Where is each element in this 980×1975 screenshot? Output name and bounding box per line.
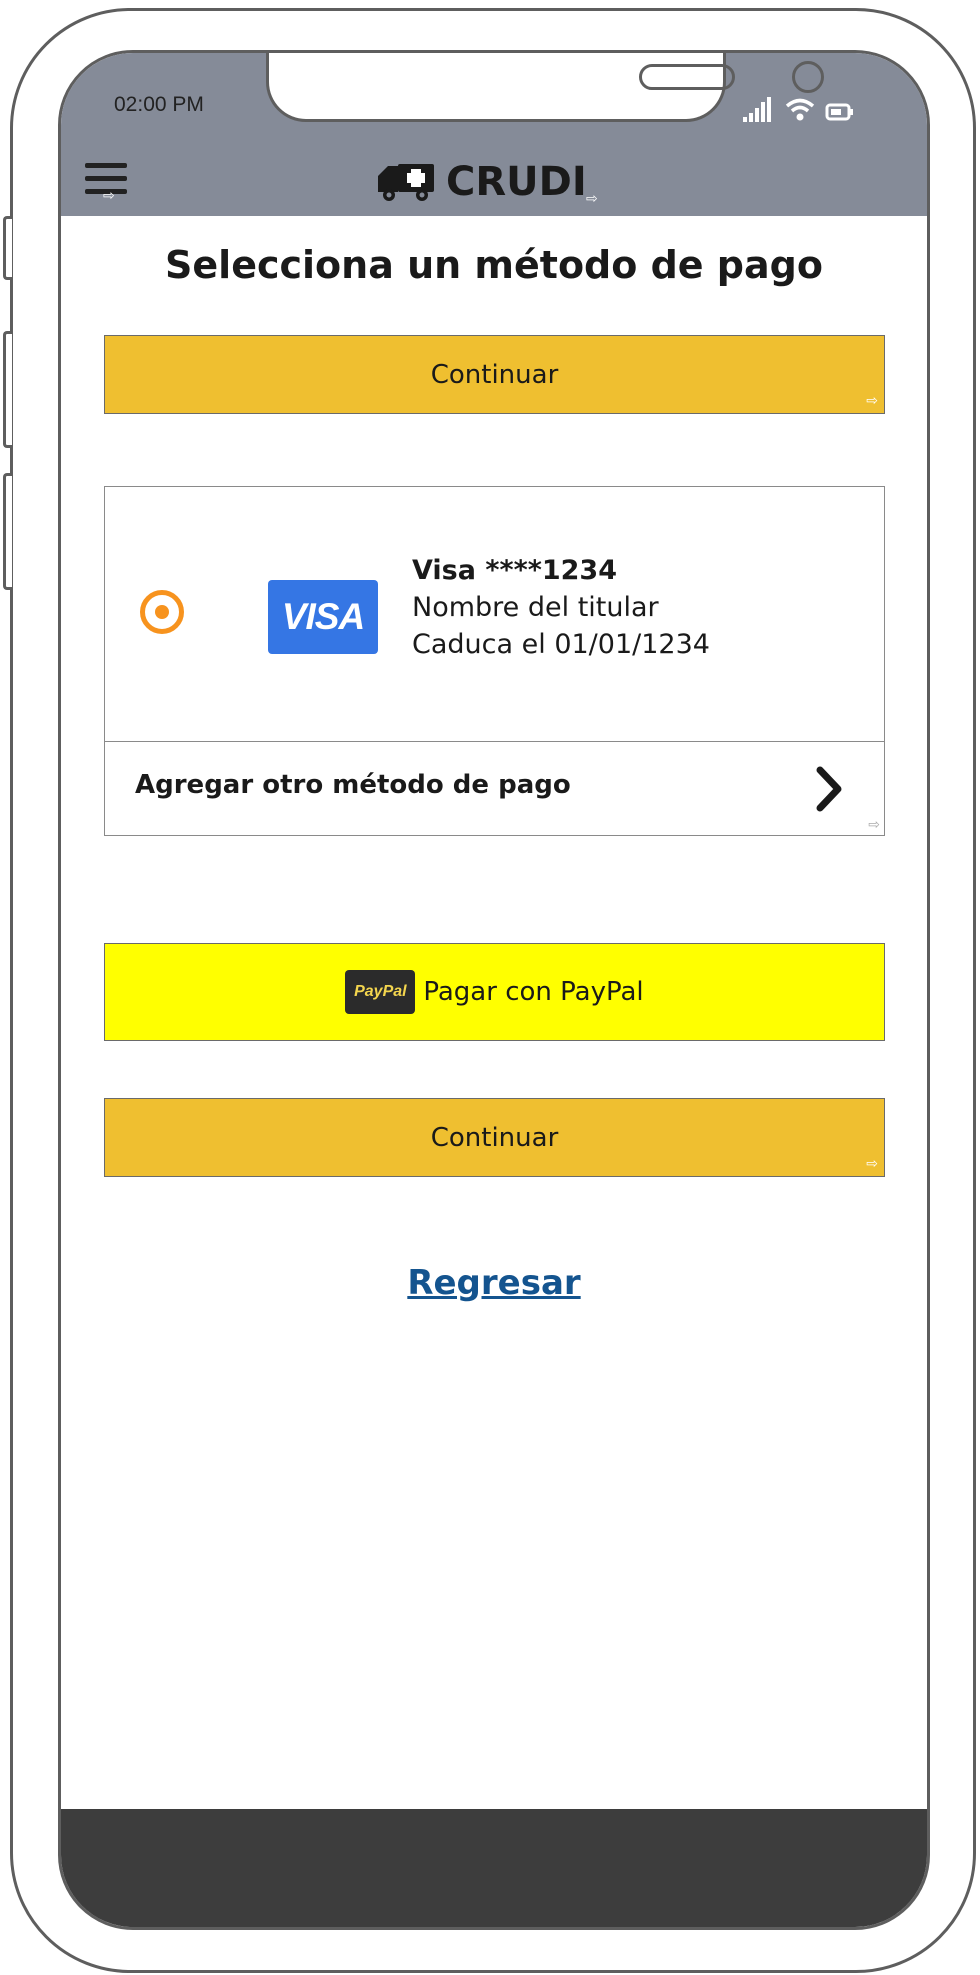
card-expiry: Caduca el 01/01/1234 xyxy=(412,629,710,660)
wifi-icon xyxy=(785,98,815,121)
side-button xyxy=(3,331,12,448)
continue-button-top[interactable]: Continuar ⇨ xyxy=(104,335,885,414)
paypal-logo-icon: PayPal xyxy=(345,970,416,1014)
paypal-button-label: Pagar con PayPal xyxy=(423,977,644,1007)
paypal-badge-text: PayPal xyxy=(354,983,407,1000)
continue-button-label: Continuar xyxy=(430,359,559,390)
add-payment-method-label: Agregar otro método de pago xyxy=(135,770,571,800)
app-header: 02:00 PM ⇨ CRUDI ⇨ xyxy=(61,53,927,216)
card-details: Visa ****1234 Nombre del titular Caduca … xyxy=(412,552,710,663)
notch xyxy=(266,53,824,122)
brand-name: CRUDI xyxy=(446,159,587,205)
link-marker-icon: ⇨ xyxy=(868,817,880,833)
page-title: Selecciona un método de pago xyxy=(165,243,823,287)
payment-methods-panel: VISA Visa ****1234 Nombre del titular Ca… xyxy=(104,486,885,836)
back-link-container: Regresar xyxy=(61,1263,927,1303)
card-holder: Nombre del titular xyxy=(412,592,659,623)
visa-logo-icon: VISA xyxy=(268,580,378,654)
paypal-button[interactable]: PayPal Pagar con PayPal xyxy=(104,943,885,1041)
brand[interactable]: CRUDI xyxy=(376,159,587,205)
status-time: 02:00 PM xyxy=(114,93,204,116)
bottom-bar xyxy=(61,1809,927,1927)
link-marker-icon: ⇨ xyxy=(866,393,878,409)
visa-logo-text: VISA xyxy=(281,596,365,637)
side-button xyxy=(3,473,12,590)
continue-button-label: Continuar xyxy=(430,1122,559,1153)
camera xyxy=(792,61,824,93)
ambulance-icon xyxy=(378,164,434,201)
link-marker-icon: ⇨ xyxy=(103,188,115,204)
add-payment-method-row[interactable]: Agregar otro método de pago ⇨ xyxy=(105,742,884,837)
selected-radio-icon[interactable] xyxy=(140,590,184,634)
card-name: Visa ****1234 xyxy=(412,555,617,586)
battery-icon xyxy=(825,103,853,121)
saved-card-row[interactable]: VISA Visa ****1234 Nombre del titular Ca… xyxy=(105,487,884,742)
side-button xyxy=(3,216,12,280)
link-marker-icon: ⇨ xyxy=(866,1156,878,1172)
speaker xyxy=(639,64,735,90)
phone-screen: 02:00 PM ⇨ CRUDI ⇨ Selecciona un método … xyxy=(58,50,930,1930)
continue-button-bottom[interactable]: Continuar ⇨ xyxy=(104,1098,885,1177)
back-link[interactable]: Regresar xyxy=(407,1263,580,1303)
signal-icon xyxy=(743,97,771,122)
link-marker-icon: ⇨ xyxy=(586,191,598,207)
status-icons xyxy=(741,93,855,123)
chevron-right-icon xyxy=(816,766,842,812)
